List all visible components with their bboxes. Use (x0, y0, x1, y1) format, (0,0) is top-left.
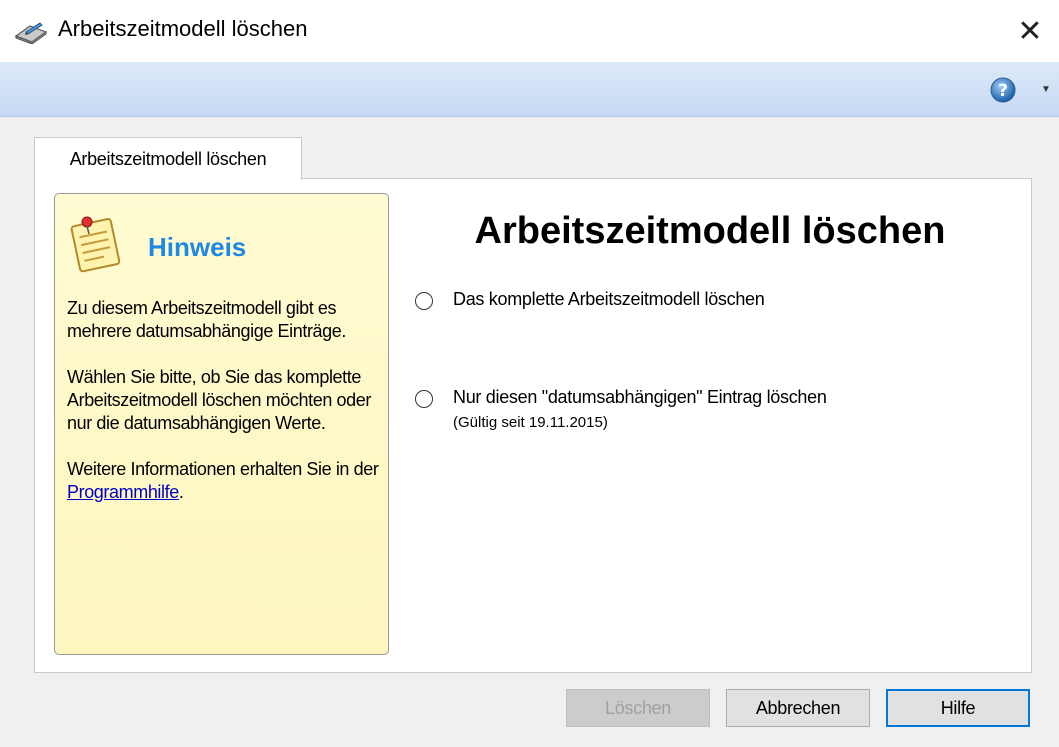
cancel-button[interactable]: Abbrechen (726, 689, 870, 727)
validity-note: (Gültig seit 19.11.2015) (453, 414, 608, 431)
hint-panel: Hinweis Zu diesem Arbeitszeitmodell gibt… (54, 193, 389, 655)
hint-paragraph-1: Zu diesem Arbeitszeitmodell gibt es mehr… (67, 298, 346, 341)
title-bar: Arbeitszeitmodell löschen ✕ (0, 0, 1059, 63)
close-icon: ✕ (1017, 14, 1043, 48)
hint-title: Hinweis (148, 232, 247, 262)
program-help-link[interactable]: Programmhilfe (67, 482, 179, 502)
help-icon[interactable]: ? (990, 77, 1016, 103)
hint-paragraph-3-suffix: . (178, 482, 184, 502)
help-button[interactable]: Hilfe (886, 689, 1030, 727)
help-icon-glyph: ? (998, 81, 1008, 101)
hint-paragraph-3: Weitere Informationen erhalten Sie in de… (67, 458, 383, 504)
window-title: Arbeitszeitmodell löschen (58, 16, 308, 41)
help-toolbar: ? ▼ (0, 62, 1059, 117)
radio-label: Das komplette Arbeitszeitmodell löschen (453, 289, 765, 309)
hint-paragraph-3-prefix: Weitere Informationen erhalten Sie in de… (67, 459, 379, 479)
tab-arbeitszeitmodell-loeschen[interactable]: Arbeitszeitmodell löschen (34, 137, 302, 180)
dialog-window: Arbeitszeitmodell löschen ✕ ? ▼ Arbeitsz… (0, 0, 1059, 747)
page-title: Arbeitszeitmodell löschen (474, 210, 946, 252)
radio-button[interactable] (415, 292, 433, 310)
radio-button[interactable] (415, 390, 433, 408)
close-button[interactable]: ✕ (1001, 0, 1059, 62)
delete-button[interactable]: Löschen (566, 689, 710, 727)
hint-paragraph-2: Wählen Sie bitte, ob Sie das komplette A… (67, 367, 371, 433)
help-dropdown-icon[interactable]: ▼ (1041, 84, 1051, 95)
radio-label: Nur diesen "datumsabhängigen" Eintrag lö… (453, 387, 827, 407)
hint-text: Zu diesem Arbeitszeitmodell gibt es mehr… (67, 297, 383, 527)
book-pen-icon (14, 22, 48, 44)
notepad-icon (70, 216, 121, 273)
